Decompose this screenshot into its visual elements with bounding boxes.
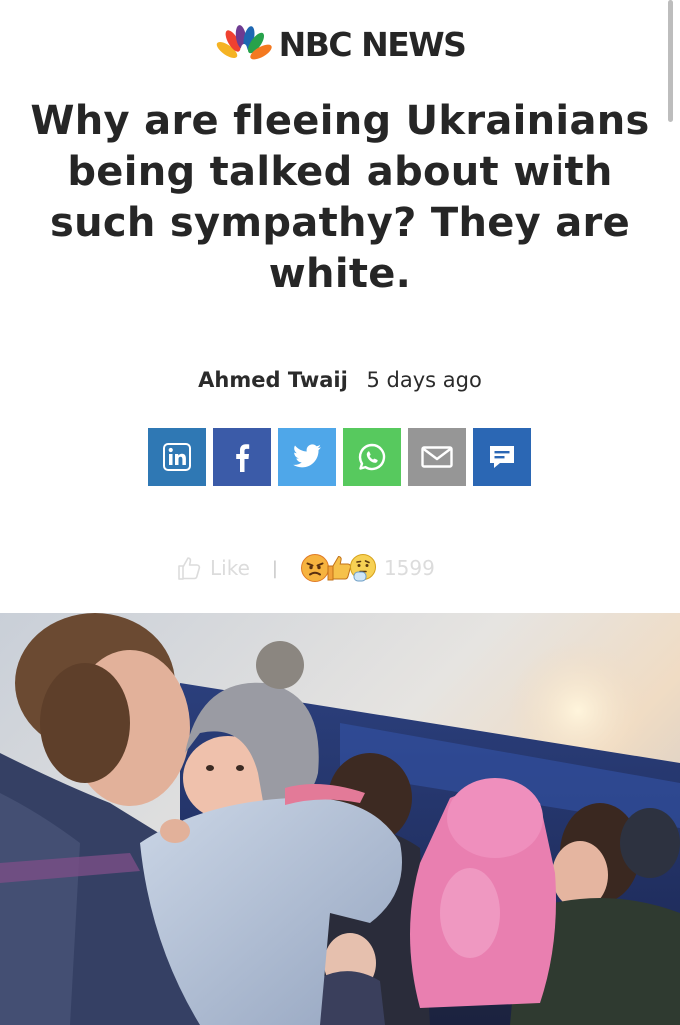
article-headline: Why are fleeing Ukrainians being talked … bbox=[30, 98, 650, 297]
comment-icon bbox=[490, 446, 514, 468]
reaction-count: 1599 bbox=[383, 556, 435, 580]
reaction-bar: Like | 1599 bbox=[176, 553, 435, 583]
author-name[interactable]: Ahmed Twaij bbox=[198, 368, 348, 392]
like-button[interactable]: Like bbox=[176, 555, 250, 581]
share-bar bbox=[148, 428, 531, 486]
facebook-icon bbox=[236, 444, 250, 472]
comment-button[interactable] bbox=[473, 428, 531, 486]
article-hero-image[interactable] bbox=[0, 613, 680, 1025]
publish-time: 5 days ago bbox=[366, 368, 482, 392]
woman-holding-child-image bbox=[0, 613, 680, 1025]
share-facebook-button[interactable] bbox=[213, 428, 271, 486]
reaction-separator: | bbox=[271, 557, 278, 579]
share-linkedin-button[interactable] bbox=[148, 428, 206, 486]
envelope-icon bbox=[421, 446, 453, 468]
share-twitter-button[interactable] bbox=[278, 428, 336, 486]
site-header: NBC NEWS bbox=[0, 24, 680, 64]
reaction-emojis[interactable] bbox=[300, 553, 376, 583]
brand-wordmark[interactable]: NBC NEWS bbox=[279, 25, 467, 64]
share-email-button[interactable] bbox=[408, 428, 466, 486]
nbc-peacock-logo-icon bbox=[216, 25, 272, 60]
thumbs-up-outline-icon bbox=[178, 557, 201, 580]
thinking-face-icon bbox=[349, 554, 376, 582]
share-whatsapp-button[interactable] bbox=[343, 428, 401, 486]
linkedin-icon bbox=[163, 443, 191, 471]
byline: Ahmed Twaij 5 days ago bbox=[0, 368, 680, 392]
like-label: Like bbox=[210, 556, 250, 580]
whatsapp-icon bbox=[358, 443, 386, 471]
twitter-icon bbox=[293, 444, 321, 468]
